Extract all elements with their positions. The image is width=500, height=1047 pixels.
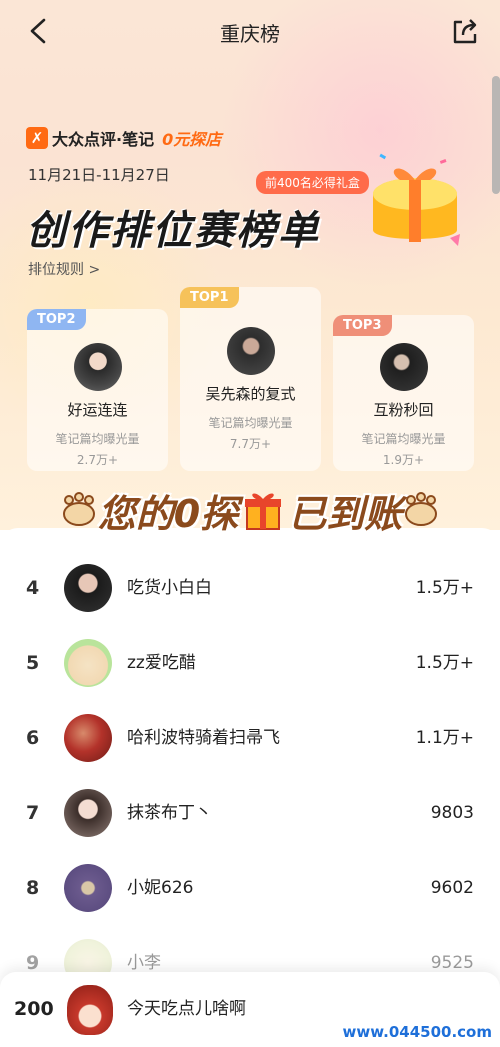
list-item[interactable]: 6 哈利波特骑着扫帚飞 1.1万+ (0, 713, 500, 788)
exposure-value: 1.1万+ (415, 728, 474, 748)
rules-link[interactable]: 排位规则 > (28, 259, 100, 279)
user-name: 小妮626 (127, 878, 194, 898)
brand-tag: 0元探店 (162, 130, 222, 149)
podium-metric-label: 笔记篇均曝光量 (208, 416, 293, 430)
podium-metric-value: 2.7万+ (76, 453, 119, 467)
watermark: www.044500.com (342, 1023, 492, 1041)
rank-number: 7 (26, 802, 40, 824)
nav-bar: 重庆榜 (0, 0, 500, 62)
brand-header: ✗ 大众点评·笔记 0元探店 (26, 126, 221, 150)
exposure-value: 1.5万+ (415, 653, 474, 673)
podium-name: 好运连连 (67, 401, 128, 419)
avatar[interactable] (64, 639, 112, 687)
exposure-value: 9803 (430, 803, 474, 823)
podium-card-top2[interactable]: TOP2 好运连连 笔记篇均曝光量 2.7万+ (27, 309, 168, 471)
podium-name: 吴先森的复式 (205, 385, 296, 403)
date-range: 11月21日-11月27日 (28, 166, 170, 184)
user-name: zz爱吃醋 (127, 653, 196, 673)
banner-text-left: 您的0探 (97, 491, 239, 536)
rank-number: 6 (26, 727, 40, 749)
list-item[interactable]: 7 抹茶布丁丶 9803 (0, 788, 500, 863)
dianping-logo-icon: ✗ (26, 127, 48, 149)
paw-icon (62, 492, 95, 526)
avatar[interactable] (226, 327, 275, 375)
gift-icon (245, 493, 282, 530)
rank-tag-top1: TOP1 (180, 287, 239, 308)
avatar[interactable] (64, 789, 112, 837)
rank-tag-top2: TOP2 (27, 309, 86, 330)
podium-name: 互粉秒回 (373, 401, 434, 419)
exposure-value: 9602 (430, 878, 474, 898)
avatar[interactable] (67, 985, 113, 1035)
reward-banner: 您的0探 已到账 (10, 485, 490, 536)
list-item[interactable]: 8 小妮626 9602 (0, 863, 500, 938)
banner-text-right: 已到账 (288, 491, 403, 536)
scrollbar[interactable] (492, 76, 500, 194)
avatar[interactable] (73, 343, 122, 391)
avatar[interactable] (64, 864, 112, 912)
exposure-value: 1.5万+ (415, 578, 474, 598)
user-name: 吃货小白白 (127, 578, 212, 598)
leaderboard-title: 创作排位赛榜单 (26, 208, 320, 254)
reward-badge: 前400名必得礼盒 (256, 171, 369, 194)
rank-number: 8 (26, 877, 40, 899)
brand-name: 大众点评·笔记 (52, 130, 155, 149)
podium-metric-value: 1.9万+ (382, 453, 425, 467)
avatar[interactable] (64, 714, 112, 762)
podium-card-top1[interactable]: TOP1 吴先森的复式 笔记篇均曝光量 7.7万+ (180, 287, 321, 471)
avatar[interactable] (379, 343, 428, 391)
paw-icon (405, 492, 438, 526)
gift-box-icon (373, 153, 460, 246)
rank-number: 5 (26, 652, 40, 674)
user-name: 抹茶布丁丶 (127, 803, 212, 823)
list-item[interactable]: 4 吃货小白白 1.5万+ (0, 563, 500, 638)
podium-card-top3[interactable]: TOP3 互粉秒回 笔记篇均曝光量 1.9万+ (333, 315, 474, 471)
list-item[interactable]: 5 zz爱吃醋 1.5万+ (0, 638, 500, 713)
rank-tag-top3: TOP3 (333, 315, 392, 336)
share-icon[interactable] (450, 16, 480, 46)
rank-number: 4 (26, 577, 40, 599)
podium-metric-value: 7.7万+ (229, 437, 272, 451)
podium-metric-label: 笔记篇均曝光量 (361, 432, 446, 446)
user-name: 哈利波特骑着扫帚飞 (127, 728, 280, 748)
my-rank-number: 200 (14, 998, 54, 1020)
page-title: 重庆榜 (220, 22, 280, 46)
avatar[interactable] (64, 564, 112, 612)
my-user-name: 今天吃点儿啥啊 (127, 999, 246, 1019)
podium-metric-label: 笔记篇均曝光量 (55, 432, 140, 446)
